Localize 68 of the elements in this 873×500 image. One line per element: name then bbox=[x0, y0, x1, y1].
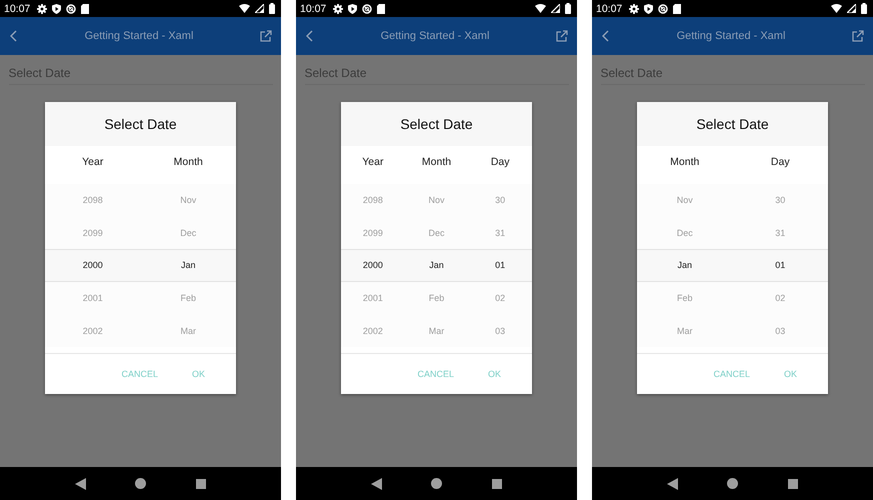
dialog-title: Select Date bbox=[341, 102, 532, 146]
column-header: Month bbox=[669, 155, 700, 170]
home-icon[interactable] bbox=[727, 478, 738, 489]
external-link-icon[interactable] bbox=[852, 30, 864, 42]
status-time: 10:07 bbox=[300, 2, 326, 14]
back-icon[interactable] bbox=[306, 30, 314, 42]
sd-card-icon bbox=[81, 4, 90, 14]
back-icon[interactable] bbox=[74, 478, 86, 490]
picker-item[interactable]: 01 bbox=[732, 249, 828, 282]
column-header: Year bbox=[361, 155, 384, 170]
picker-item[interactable]: 2000 bbox=[341, 249, 405, 282]
column-header: Day bbox=[770, 155, 791, 170]
back-icon[interactable] bbox=[666, 478, 678, 490]
ok-button[interactable]: OK bbox=[190, 366, 207, 381]
picker-item[interactable]: Jan bbox=[404, 249, 468, 282]
gear-icon bbox=[629, 4, 640, 14]
shield-icon bbox=[644, 4, 654, 14]
wifi-icon bbox=[535, 4, 546, 13]
cancel-button[interactable]: CANCEL bbox=[119, 366, 160, 381]
gear-icon bbox=[37, 4, 48, 14]
cancel-button[interactable]: CANCEL bbox=[415, 366, 456, 381]
battery-icon bbox=[269, 3, 275, 14]
column-header: Day bbox=[490, 155, 511, 170]
date-field[interactable]: Select Date bbox=[8, 64, 272, 85]
column-header: Month bbox=[172, 155, 204, 170]
shield-icon bbox=[52, 4, 62, 14]
shield-icon bbox=[348, 4, 358, 14]
app-title: Getting Started - Xaml bbox=[380, 30, 490, 42]
status-time: 10:07 bbox=[596, 2, 622, 14]
picker-item[interactable]: Jan bbox=[140, 249, 236, 282]
back-icon[interactable] bbox=[10, 30, 18, 42]
date-field[interactable]: Select Date bbox=[600, 64, 864, 85]
gear-icon bbox=[333, 4, 344, 14]
ok-button[interactable]: OK bbox=[486, 366, 503, 381]
date-field[interactable]: Select Date bbox=[304, 64, 568, 85]
wifi-icon bbox=[831, 4, 842, 13]
picker-item[interactable]: 01 bbox=[468, 249, 532, 282]
picker-item[interactable]: 2000 bbox=[45, 249, 140, 282]
blocked-circle-icon bbox=[66, 4, 76, 14]
back-icon[interactable] bbox=[370, 478, 382, 490]
dialog-title: Select Date bbox=[637, 102, 828, 146]
blocked-circle-icon bbox=[362, 4, 372, 14]
signal-icon bbox=[847, 4, 856, 13]
external-link-icon[interactable] bbox=[556, 30, 568, 42]
sd-card-icon bbox=[377, 4, 386, 14]
home-icon[interactable] bbox=[135, 478, 146, 489]
sd-card-icon bbox=[673, 4, 682, 14]
column-header: Year bbox=[81, 155, 104, 170]
status-time: 10:07 bbox=[4, 2, 30, 14]
recents-icon[interactable] bbox=[788, 478, 798, 488]
blocked-circle-icon bbox=[658, 4, 668, 14]
signal-icon bbox=[255, 4, 264, 13]
signal-icon bbox=[551, 4, 560, 13]
recents-icon[interactable] bbox=[492, 478, 502, 488]
cancel-button[interactable]: CANCEL bbox=[711, 366, 752, 381]
recents-icon[interactable] bbox=[196, 478, 206, 488]
app-title: Getting Started - Xaml bbox=[84, 30, 194, 42]
app-title: Getting Started - Xaml bbox=[676, 30, 786, 42]
wifi-icon bbox=[239, 4, 250, 13]
column-header: Month bbox=[420, 155, 452, 170]
ok-button[interactable]: OK bbox=[782, 366, 799, 381]
back-icon[interactable] bbox=[602, 30, 610, 42]
dialog-title: Select Date bbox=[45, 102, 236, 146]
battery-icon bbox=[565, 3, 571, 14]
home-icon[interactable] bbox=[431, 478, 442, 489]
battery-icon bbox=[861, 3, 867, 14]
external-link-icon[interactable] bbox=[260, 30, 272, 42]
picker-item[interactable]: Jan bbox=[637, 249, 732, 282]
